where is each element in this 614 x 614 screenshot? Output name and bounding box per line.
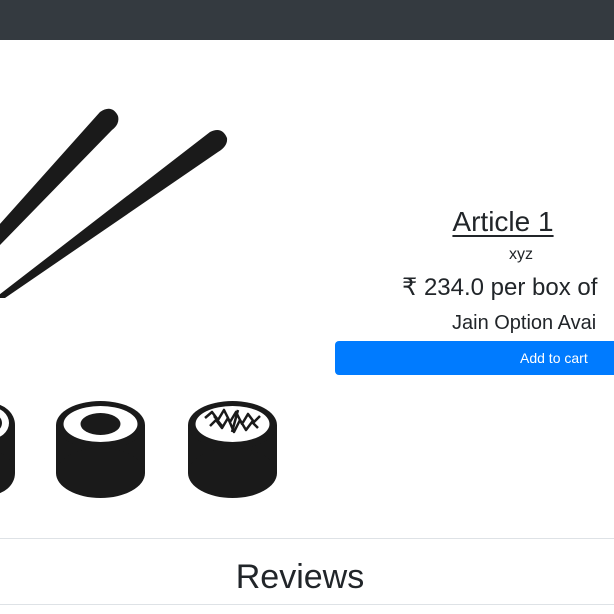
top-navbar	[0, 0, 614, 40]
reviews-divider	[0, 604, 614, 605]
add-to-cart-button[interactable]: Add to cart	[335, 341, 614, 375]
jain-option-label: Jain Option Avai	[452, 312, 597, 334]
reviews-heading: Reviews	[235, 558, 365, 596]
section-divider	[0, 538, 614, 539]
product-image	[0, 40, 330, 538]
sushi-chopsticks-icon	[0, 108, 277, 498]
product-title[interactable]: Article 1	[335, 200, 614, 244]
product-subtitle: xyz	[509, 246, 533, 263]
product-price: ₹ 234.0 per box of	[402, 274, 598, 301]
